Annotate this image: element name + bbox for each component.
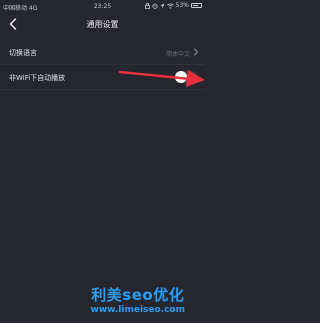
nav-bar: 通用设置: [0, 14, 205, 34]
settings-list: 切换语言 简体中文 非WiFi下自动播放: [0, 40, 205, 90]
autoplay-toggle[interactable]: [175, 71, 197, 83]
chevron-right-icon: [193, 48, 199, 56]
page-title: 通用设置: [86, 20, 119, 29]
watermark-url: www.limeiseo.com: [90, 305, 185, 315]
setting-language-label: 切换语言: [9, 49, 37, 57]
alarm-icon: [152, 3, 158, 9]
setting-language[interactable]: 切换语言 简体中文: [0, 40, 205, 65]
setting-autoplay: 非WiFi下自动播放: [0, 65, 205, 90]
watermark: 利美seo优化 www.limeiseo.com: [91, 284, 185, 315]
watermark-title: 利美seo优化: [91, 286, 185, 304]
status-icons: 53%: [144, 2, 202, 9]
toggle-knob: [175, 71, 187, 83]
wifi-icon: [166, 3, 174, 9]
status-bar: 中国移动 4G 23:25 53%: [0, 0, 205, 14]
setting-autoplay-label: 非WiFi下自动播放: [9, 74, 66, 82]
lock-icon: [144, 2, 150, 9]
battery-icon: [191, 3, 202, 8]
battery-percent: 53%: [175, 2, 189, 9]
setting-language-value: 简体中文: [165, 51, 190, 58]
location-icon: [160, 3, 165, 8]
